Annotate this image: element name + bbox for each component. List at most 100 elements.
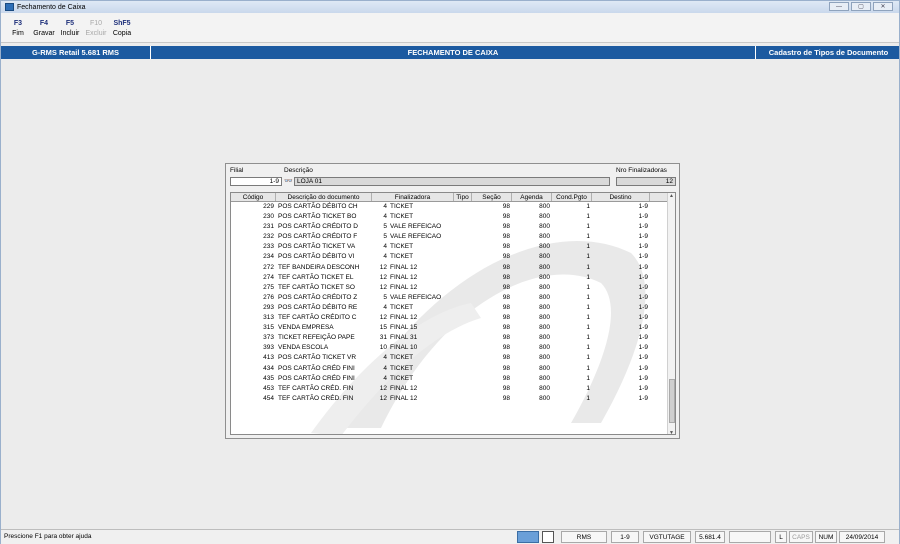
cell-secao[interactable]: 98 — [472, 263, 512, 273]
table-row[interactable]: 373 TICKET REFEIÇÃO PAPE 31 FINAL 31 98 800 1 1… — [231, 333, 669, 343]
cell-agenda[interactable]: 800 — [512, 303, 552, 313]
cell-tipo[interactable] — [454, 283, 472, 293]
cell-descricao[interactable]: POS CARTÃO TICKET BO — [276, 212, 372, 222]
cell-codigo[interactable]: 293 — [231, 303, 276, 313]
table-row[interactable]: 230 POS CARTÃO TICKET BO 4 TICKET 98 800 1 1-9 — [231, 212, 669, 222]
cell-cond-pgto[interactable]: 1 — [552, 242, 592, 252]
cell-tipo[interactable] — [454, 242, 472, 252]
cell-tipo[interactable] — [454, 212, 472, 222]
cell-descricao[interactable]: POS CARTÃO DÉBITO CH — [276, 202, 372, 212]
cell-descricao[interactable]: POS CARTÃO CRÉD FINI — [276, 364, 372, 374]
col-finalizadora[interactable]: Finalizadora — [372, 193, 454, 201]
cell-finalizadora[interactable]: 4 TICKET — [372, 202, 454, 212]
table-row[interactable]: 434 POS CARTÃO CRÉD FINI 4 TICKET 98 800 1 1-9 — [231, 364, 669, 374]
cell-destino[interactable]: 1-9 — [592, 212, 650, 222]
cell-destino[interactable]: 1-9 — [592, 323, 650, 333]
cell-descricao[interactable]: TEF CARTÃO TICKET EL — [276, 273, 372, 283]
cell-descricao[interactable]: VENDA ESCOLA — [276, 343, 372, 353]
cell-cond-pgto[interactable]: 1 — [552, 202, 592, 212]
cell-secao[interactable]: 98 — [472, 343, 512, 353]
cell-descricao[interactable]: TEF CARTÃO CRÉD. FIN — [276, 394, 372, 404]
cell-finalizadora[interactable]: 31 FINAL 31 — [372, 333, 454, 343]
fim-button[interactable]: F3 Fim — [5, 13, 31, 42]
cell-agenda[interactable]: 800 — [512, 364, 552, 374]
cell-codigo[interactable]: 435 — [231, 374, 276, 384]
cell-cond-pgto[interactable]: 1 — [552, 283, 592, 293]
col-descricao[interactable]: Descrição do documento — [276, 193, 372, 201]
cell-agenda[interactable]: 800 — [512, 343, 552, 353]
cell-secao[interactable]: 98 — [472, 394, 512, 404]
cell-cond-pgto[interactable]: 1 — [552, 364, 592, 374]
cell-secao[interactable]: 98 — [472, 364, 512, 374]
cell-descricao[interactable]: TICKET REFEIÇÃO PAPE — [276, 333, 372, 343]
table-row[interactable]: 313 TEF CARTÃO CRÉDITO C 12 FINAL 12 98 800 1 1… — [231, 313, 669, 323]
cell-finalizadora[interactable]: 4 TICKET — [372, 353, 454, 363]
cell-destino[interactable]: 1-9 — [592, 242, 650, 252]
col-agenda[interactable]: Agenda — [512, 193, 552, 201]
cell-secao[interactable]: 98 — [472, 374, 512, 384]
cell-destino[interactable]: 1-9 — [592, 303, 650, 313]
table-row[interactable]: 229 POS CARTÃO DÉBITO CH 4 TICKET 98 800 1 1-9 — [231, 202, 669, 212]
cell-destino[interactable]: 1-9 — [592, 313, 650, 323]
cell-cond-pgto[interactable]: 1 — [552, 222, 592, 232]
cell-codigo[interactable]: 229 — [231, 202, 276, 212]
cell-secao[interactable]: 98 — [472, 222, 512, 232]
cell-secao[interactable]: 98 — [472, 333, 512, 343]
cell-secao[interactable]: 98 — [472, 323, 512, 333]
cell-codigo[interactable]: 272 — [231, 263, 276, 273]
cell-agenda[interactable]: 800 — [512, 313, 552, 323]
cell-tipo[interactable] — [454, 333, 472, 343]
cell-cond-pgto[interactable]: 1 — [552, 323, 592, 333]
cell-descricao[interactable]: POS CARTÃO CRÉDITO Z — [276, 293, 372, 303]
cell-secao[interactable]: 98 — [472, 353, 512, 363]
cell-secao[interactable]: 98 — [472, 313, 512, 323]
cell-descricao[interactable]: POS CARTÃO CRÉD FINI — [276, 374, 372, 384]
cell-finalizadora[interactable]: 4 TICKET — [372, 212, 454, 222]
cell-tipo[interactable] — [454, 394, 472, 404]
cell-tipo[interactable] — [454, 273, 472, 283]
cell-codigo[interactable]: 315 — [231, 323, 276, 333]
cell-agenda[interactable]: 800 — [512, 333, 552, 343]
cell-descricao[interactable]: TEF BANDEIRA DESCONH — [276, 263, 372, 273]
cell-codigo[interactable]: 313 — [231, 313, 276, 323]
cell-tipo[interactable] — [454, 222, 472, 232]
minimize-button[interactable]: — — [829, 2, 849, 11]
cell-tipo[interactable] — [454, 364, 472, 374]
cell-descricao[interactable]: TEF CARTÃO TICKET SO — [276, 283, 372, 293]
cell-destino[interactable]: 1-9 — [592, 273, 650, 283]
cell-codigo[interactable]: 232 — [231, 232, 276, 242]
cell-secao[interactable]: 98 — [472, 212, 512, 222]
cell-agenda[interactable]: 800 — [512, 384, 552, 394]
table-row[interactable]: 413 POS CARTÃO TICKET VR 4 TICKET 98 800 1 1-9 — [231, 353, 669, 363]
cell-cond-pgto[interactable]: 1 — [552, 394, 592, 404]
cell-cond-pgto[interactable]: 1 — [552, 212, 592, 222]
cell-cond-pgto[interactable]: 1 — [552, 293, 592, 303]
cell-finalizadora[interactable]: 15 FINAL 15 — [372, 323, 454, 333]
cell-destino[interactable]: 1-9 — [592, 374, 650, 384]
cell-codigo[interactable]: 230 — [231, 212, 276, 222]
cell-destino[interactable]: 1-9 — [592, 394, 650, 404]
cell-finalizadora[interactable]: 12 FINAL 12 — [372, 263, 454, 273]
table-row[interactable]: 274 TEF CARTÃO TICKET EL 12 FINAL 12 98 800 1 1… — [231, 273, 669, 283]
table-row[interactable]: 435 POS CARTÃO CRÉD FINI 4 TICKET 98 800 1 1-9 — [231, 374, 669, 384]
cell-codigo[interactable]: 373 — [231, 333, 276, 343]
cell-finalizadora[interactable]: 12 FINAL 12 — [372, 313, 454, 323]
table-row[interactable]: 293 POS CARTÃO DÉBITO RE 4 TICKET 98 800 1 1-9 — [231, 303, 669, 313]
cell-agenda[interactable]: 800 — [512, 212, 552, 222]
cell-codigo[interactable]: 274 — [231, 273, 276, 283]
cell-descricao[interactable]: POS CARTÃO TICKET VR — [276, 353, 372, 363]
scroll-thumb[interactable] — [669, 379, 675, 423]
cell-descricao[interactable]: POS CARTÃO CRÉDITO D — [276, 222, 372, 232]
cell-destino[interactable]: 1-9 — [592, 333, 650, 343]
copia-button[interactable]: ShF5 Copia — [109, 13, 135, 42]
cell-descricao[interactable]: VENDA EMPRESA — [276, 323, 372, 333]
excluir-button[interactable]: F10 Excluir — [83, 13, 109, 42]
cell-codigo[interactable]: 231 — [231, 222, 276, 232]
cell-finalizadora[interactable]: 4 TICKET — [372, 364, 454, 374]
cell-tipo[interactable] — [454, 343, 472, 353]
cell-destino[interactable]: 1-9 — [592, 202, 650, 212]
cell-agenda[interactable]: 800 — [512, 242, 552, 252]
cell-finalizadora[interactable]: 4 TICKET — [372, 242, 454, 252]
incluir-button[interactable]: F5 Incluir — [57, 13, 83, 42]
cell-cond-pgto[interactable]: 1 — [552, 303, 592, 313]
